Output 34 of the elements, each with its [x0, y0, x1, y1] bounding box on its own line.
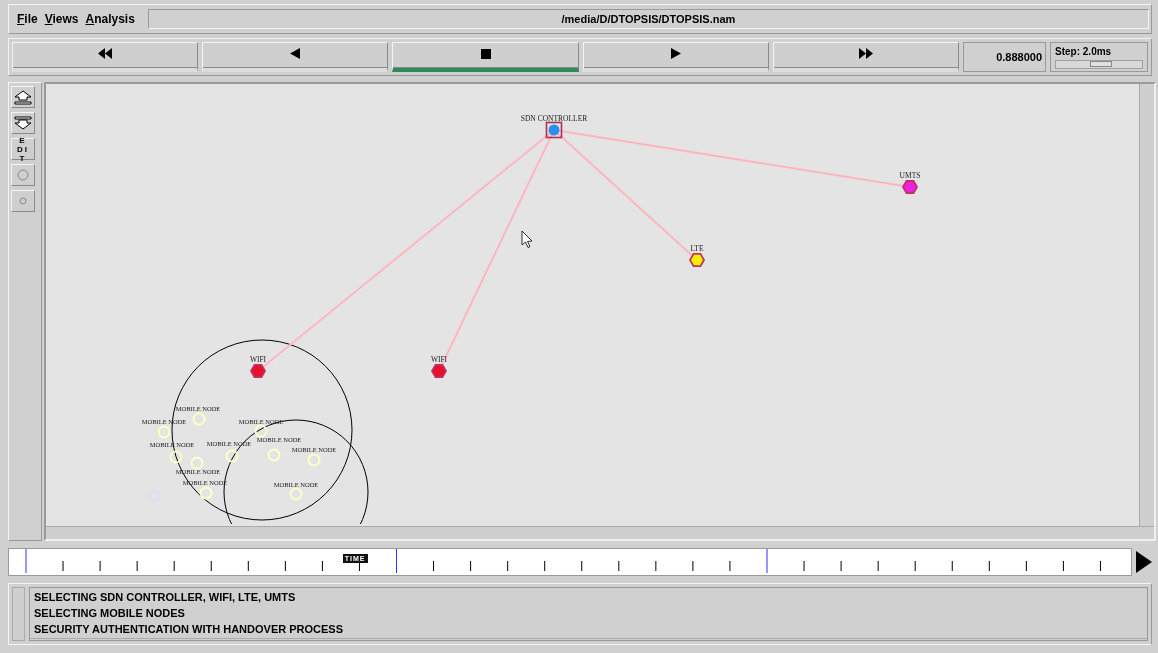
play-icon [670, 48, 681, 59]
time-display: 0.888000 [963, 42, 1046, 72]
zoom-out-icon [14, 115, 32, 131]
fast-forward-icon [858, 48, 873, 59]
play-button[interactable] [582, 42, 769, 72]
node-size-button[interactable] [11, 164, 35, 186]
log-scrollbar[interactable] [12, 587, 25, 641]
cursor-icon [521, 230, 533, 248]
menu-item[interactable]: Analysis [83, 12, 140, 26]
file-path: /media/D/DTOPSIS/DTOPSIS.nam [147, 9, 1149, 29]
step-slider[interactable] [1055, 59, 1143, 69]
circle-icon [19, 197, 27, 205]
rewind-button[interactable] [12, 42, 199, 72]
log-line: SELECTING SDN CONTROLLER, WIFI, LTE, UMTS [34, 590, 297, 604]
zoom-in-icon [14, 89, 32, 105]
slider-thumb[interactable] [1089, 60, 1112, 67]
back-button[interactable] [202, 42, 389, 72]
circle-icon [17, 169, 29, 181]
play-marker-icon [1136, 551, 1152, 573]
edit-button[interactable]: EDIT [11, 138, 35, 160]
node-size-button[interactable] [11, 190, 35, 212]
zoom-out-button[interactable] [11, 112, 35, 134]
menu-item[interactable]: File [15, 12, 43, 26]
log-line: SECURITY AUTHENTICATION WITH HANDOVER PROCESS [34, 622, 345, 636]
fast-forward-button[interactable] [772, 42, 959, 72]
zoom-in-button[interactable] [11, 86, 35, 108]
log-line: SELECTING MOBILE NODES [34, 606, 186, 620]
menu-item[interactable]: Views [42, 12, 84, 26]
back-icon [290, 48, 301, 59]
rewind-icon [98, 48, 113, 59]
step-label: Step: 2.0ms [1055, 45, 1113, 57]
horizontal-scrollbar[interactable] [30, 638, 1147, 640]
stop-icon [480, 48, 491, 59]
stop-button[interactable] [392, 42, 579, 72]
